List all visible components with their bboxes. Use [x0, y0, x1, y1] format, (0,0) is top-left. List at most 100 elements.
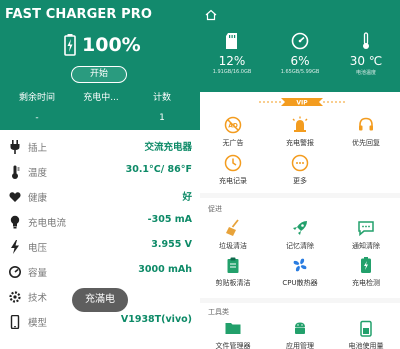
system-status-header: VIP 12% 1.91GB/16.0GB 6% 1.65GB/5.99GB: [200, 0, 400, 92]
stat-label: 充电中...: [83, 93, 119, 103]
gauge-value: 30 ℃: [349, 54, 383, 68]
tool-item-app-manager[interactable]: 应用管理: [267, 319, 333, 349]
plug-icon: [9, 139, 21, 154]
info-row-temperature: 温度 30.1°C/ 86°F: [0, 159, 200, 184]
item-label: 通知清除: [352, 242, 380, 250]
top-toolbar: VIP: [200, 6, 400, 21]
item-label: CPU散热器: [282, 279, 318, 287]
sd-card-icon: [223, 32, 241, 50]
tool-item-battery-usage[interactable]: 电池使用量: [333, 319, 399, 349]
item-label: 垃圾清洁: [219, 242, 247, 250]
gauge-icon: [9, 264, 21, 278]
vip-item-no-ads[interactable]: AD 无广告: [200, 116, 266, 148]
info-label: 健康: [28, 193, 48, 204]
info-value: -305 mA: [147, 214, 192, 225]
stat-remaining-time: 剩余时间 -: [12, 90, 62, 123]
speedometer-icon: [291, 32, 309, 50]
info-value: V1938T(vivo): [120, 314, 192, 325]
thermometer-icon: [357, 32, 375, 50]
gauge-sub: 1.91GB/16.0GB: [212, 69, 252, 75]
message-icon: [357, 219, 375, 237]
item-label: 优先回复: [352, 139, 380, 147]
start-button[interactable]: 开始: [71, 66, 127, 83]
info-label: 技术: [28, 293, 48, 304]
boost-item-notification-clean[interactable]: 通知清除: [333, 219, 399, 251]
vip-card: VIP AD 无广告 充电警报 优先回复 充电记录: [200, 92, 400, 193]
record-icon: [224, 154, 242, 172]
item-label: 充电检测: [352, 279, 380, 287]
battery-usage-icon: [357, 319, 375, 337]
tool-item-file-manager[interactable]: 文件管理器: [200, 319, 266, 349]
home-icon[interactable]: [205, 6, 217, 25]
info-row-health: 健康 好: [0, 184, 200, 209]
stat-value: 1: [159, 113, 165, 123]
battery-check-icon: [357, 256, 375, 274]
info-row-voltage: 电压 3.955 V: [0, 234, 200, 259]
info-value: 3000 mAh: [138, 264, 192, 275]
vip-banner-icon: VIP: [259, 98, 345, 107]
info-label: 容量: [28, 268, 48, 279]
item-label: 剪贴板清洁: [215, 279, 251, 287]
thermometer-icon: [9, 164, 21, 179]
folder-icon: [224, 319, 242, 337]
boost-item-charge-check[interactable]: 充电检测: [333, 256, 399, 288]
info-value: 交流充电器: [144, 142, 192, 153]
more-icon: [291, 154, 309, 172]
stat-count: 计数 1: [140, 90, 184, 123]
stat-value: -: [35, 113, 39, 123]
item-label: 无广告: [222, 139, 244, 147]
accelerate-card: 促进 垃圾清洁 记忆清除 通知清除 剪贴板清洁 CPU散热器 充电检测: [200, 198, 400, 298]
battery-percent: 100%: [82, 34, 141, 56]
gauge-value: 6%: [290, 54, 310, 68]
gear-icon: [9, 289, 21, 303]
info-row-plugged: 插上 交流充电器: [0, 134, 200, 159]
stat-label: 剩余时间: [18, 93, 55, 103]
info-value: 3.955 V: [151, 239, 192, 250]
android-icon: [291, 319, 309, 337]
vip-item-charge-alarm[interactable]: 充电警报: [267, 116, 333, 148]
heart-icon: [9, 189, 21, 203]
battery-level: 100%: [64, 34, 141, 56]
broom-icon: [224, 219, 242, 237]
section-title: 工具类: [208, 308, 229, 316]
section-title: 促进: [208, 205, 222, 213]
info-label: 电压: [28, 243, 48, 254]
headset-icon: [357, 116, 375, 134]
item-label: 记忆清除: [286, 242, 314, 250]
info-label: 插上: [28, 143, 48, 154]
item-label: 文件管理器: [215, 342, 251, 349]
boost-item-clipboard-clean[interactable]: 剪贴板清洁: [200, 256, 266, 288]
charger-screen: FAST CHARGER PRO 100% 开始 剩余时间 - 充电中... 计…: [0, 0, 200, 349]
stat-charging: 充电中...: [76, 90, 126, 113]
temperature-gauge: 30 ℃ 电池温度: [336, 32, 396, 76]
item-label: 更多: [293, 177, 307, 185]
item-label: 应用管理: [286, 342, 314, 349]
boost-item-cpu-cooler[interactable]: CPU散热器: [267, 256, 333, 288]
bulb-icon: [9, 214, 21, 229]
bolt-icon: [9, 239, 21, 254]
tools-card: 工具类 文件管理器 应用管理 电池使用量: [200, 303, 400, 349]
item-label: 充电记录: [219, 177, 247, 185]
battery-charging-icon: [64, 34, 76, 56]
item-label: 电池使用量: [348, 342, 384, 349]
boost-item-junk-clean[interactable]: 垃圾清洁: [200, 219, 266, 251]
vip-banner-text: VIP: [296, 100, 308, 107]
alarm-icon: [291, 116, 309, 134]
info-label: 充电电流: [28, 218, 67, 229]
storage-gauge: 12% 1.91GB/16.0GB: [202, 32, 262, 75]
stat-label: 计数: [152, 93, 171, 103]
vip-item-more[interactable]: 更多: [267, 154, 333, 186]
gauge-value: 12%: [218, 54, 246, 68]
vip-item-priority-reply[interactable]: 优先回复: [333, 116, 399, 148]
item-label: 充电警报: [286, 139, 314, 147]
info-label: 模型: [28, 318, 48, 329]
boost-item-memory-clean[interactable]: 记忆清除: [267, 219, 333, 251]
app-title: FAST CHARGER PRO: [5, 7, 152, 22]
toast-message: 充滿电: [72, 288, 128, 312]
no-ads-icon: AD: [224, 116, 242, 134]
fan-icon: [291, 256, 309, 274]
info-row-model: 模型 V1938T(vivo): [0, 309, 200, 334]
vip-item-charge-record[interactable]: 充电记录: [200, 154, 266, 186]
info-value: 30.1°C/ 86°F: [125, 164, 192, 175]
info-row-current: 充电电流 -305 mA: [0, 209, 200, 234]
